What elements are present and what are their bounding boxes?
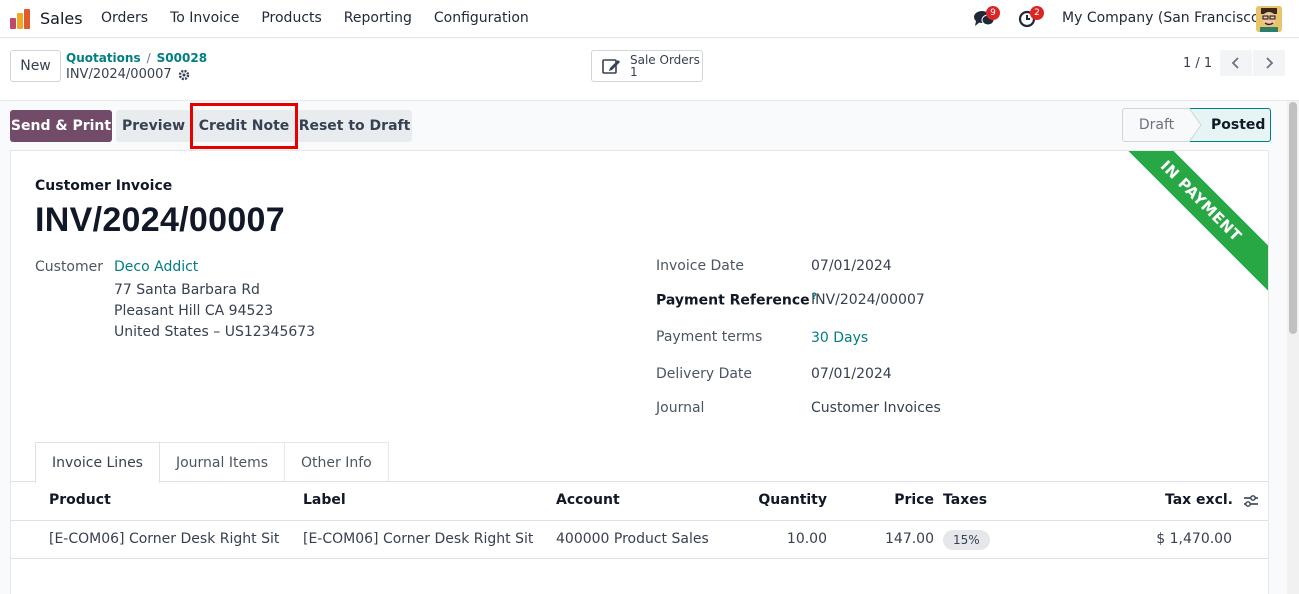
document-type: Customer Invoice xyxy=(35,178,173,194)
gear-icon[interactable] xyxy=(178,69,190,81)
row-quantity: 10.00 xyxy=(786,531,827,547)
edit-document-icon xyxy=(602,59,620,74)
address-line-2: Pleasant Hill CA 94523 xyxy=(114,303,274,319)
row-label: [E-COM06] Corner Desk Right Sit xyxy=(303,531,534,547)
delivery-date-label: Delivery Date xyxy=(656,366,753,382)
table-header: Product Label Account Quantity Price Tax… xyxy=(11,482,1268,521)
pager-value[interactable]: 1 / 1 xyxy=(1183,56,1212,71)
breadcrumb-order[interactable]: S00028 xyxy=(157,51,207,65)
chevron-right-icon xyxy=(1266,57,1274,69)
sale-orders-smart-button[interactable]: Sale Orders 1 xyxy=(591,50,703,82)
column-taxes[interactable]: Taxes xyxy=(943,492,987,508)
column-tax-excl[interactable]: Tax excl. xyxy=(1165,492,1233,508)
user-avatar[interactable] xyxy=(1256,6,1282,32)
row-account: 400000 Product Sales xyxy=(556,531,709,547)
column-quantity[interactable]: Quantity xyxy=(758,492,827,508)
status-ribbon: IN PAYMENT xyxy=(1108,151,1268,294)
tab-other-info[interactable]: Other Info xyxy=(284,442,389,482)
column-label[interactable]: Label xyxy=(303,492,346,508)
payment-terms-value[interactable]: 30 Days xyxy=(811,330,868,346)
reset-to-draft-button[interactable]: Reset to Draft xyxy=(297,110,412,142)
invoice-date-value[interactable]: 07/01/2024 xyxy=(811,258,892,274)
row-tax-excl: $ 1,470.00 xyxy=(1156,531,1232,547)
row-price: 147.00 xyxy=(885,531,934,547)
breadcrumb: Quotations / S00028 xyxy=(66,51,207,65)
top-navbar: Sales Orders To Invoice Products Reporti… xyxy=(0,0,1299,38)
notebook-tabs: Invoice Lines Journal Items Other Info xyxy=(35,442,389,483)
breadcrumb-separator: / xyxy=(146,51,151,65)
invoice-date-label: Invoice Date xyxy=(656,258,744,274)
pager-previous-button[interactable] xyxy=(1220,50,1252,76)
credit-note-highlight xyxy=(190,103,298,149)
scrollbar-thumb[interactable] xyxy=(1289,102,1297,334)
control-panel: New Quotations / S00028 INV/2024/00007 Sal… xyxy=(0,39,1299,101)
delivery-date-value[interactable]: 07/01/2024 xyxy=(811,366,892,382)
chevron-left-icon xyxy=(1231,57,1239,69)
smart-button-label: Sale Orders xyxy=(630,53,700,67)
menu-configuration[interactable]: Configuration xyxy=(434,10,529,26)
activities-badge: 2 xyxy=(1030,6,1044,20)
payment-reference-text: Payment Reference xyxy=(656,292,810,309)
main-menu: Orders To Invoice Products Reporting Con… xyxy=(101,10,551,26)
customer-label: Customer xyxy=(35,259,104,275)
menu-products[interactable]: Products xyxy=(261,10,321,26)
payment-reference-value[interactable]: INV/2024/00007 xyxy=(811,292,925,308)
company-switcher[interactable]: My Company (San Francisco) xyxy=(1062,10,1265,26)
page-title: INV/2024/00007 xyxy=(35,201,285,239)
column-settings-icon[interactable] xyxy=(1243,494,1259,508)
row-tax-badge: 15% xyxy=(943,530,990,550)
address-line-1: 77 Santa Barbara Rd xyxy=(114,282,260,298)
menu-orders[interactable]: Orders xyxy=(101,10,148,26)
smart-button-count: 1 xyxy=(630,65,638,79)
breadcrumb-quotations[interactable]: Quotations xyxy=(66,51,141,65)
record-name: INV/2024/00007 xyxy=(66,67,172,82)
payment-reference-label: Payment Reference? xyxy=(656,292,817,309)
invoice-sheet: IN PAYMENT Customer Invoice INV/2024/000… xyxy=(10,150,1269,594)
table-row[interactable]: [E-COM06] Corner Desk Right Sit [E-COM06… xyxy=(11,521,1268,559)
status-bar: Draft Posted xyxy=(1122,108,1271,142)
send-print-button[interactable]: Send & Print xyxy=(10,110,112,142)
row-product[interactable]: [E-COM06] Corner Desk Right Sit xyxy=(49,531,279,547)
stage-draft[interactable]: Draft xyxy=(1122,108,1190,142)
record-name-row: INV/2024/00007 xyxy=(66,67,190,82)
column-account[interactable]: Account xyxy=(556,492,620,508)
app-name[interactable]: Sales xyxy=(40,9,83,28)
tab-invoice-lines[interactable]: Invoice Lines xyxy=(35,442,160,483)
address-line-3: United States – US12345673 xyxy=(114,324,316,340)
customer-link[interactable]: Deco Addict xyxy=(114,259,198,275)
preview-button[interactable]: Preview xyxy=(116,110,191,142)
pager-next-button[interactable] xyxy=(1253,50,1285,76)
column-price[interactable]: Price xyxy=(894,492,934,508)
sales-app-icon[interactable] xyxy=(9,8,31,30)
journal-value[interactable]: Customer Invoices xyxy=(811,400,941,416)
payment-terms-label: Payment terms xyxy=(656,329,763,345)
new-button[interactable]: New xyxy=(10,50,61,82)
journal-label: Journal xyxy=(656,400,705,416)
column-product[interactable]: Product xyxy=(49,492,111,508)
messages-badge: 9 xyxy=(986,6,1000,20)
tab-journal-items[interactable]: Journal Items xyxy=(158,442,286,482)
menu-reporting[interactable]: Reporting xyxy=(344,10,412,26)
stage-arrow-shape xyxy=(1189,108,1202,142)
menu-to-invoice[interactable]: To Invoice xyxy=(170,10,239,26)
